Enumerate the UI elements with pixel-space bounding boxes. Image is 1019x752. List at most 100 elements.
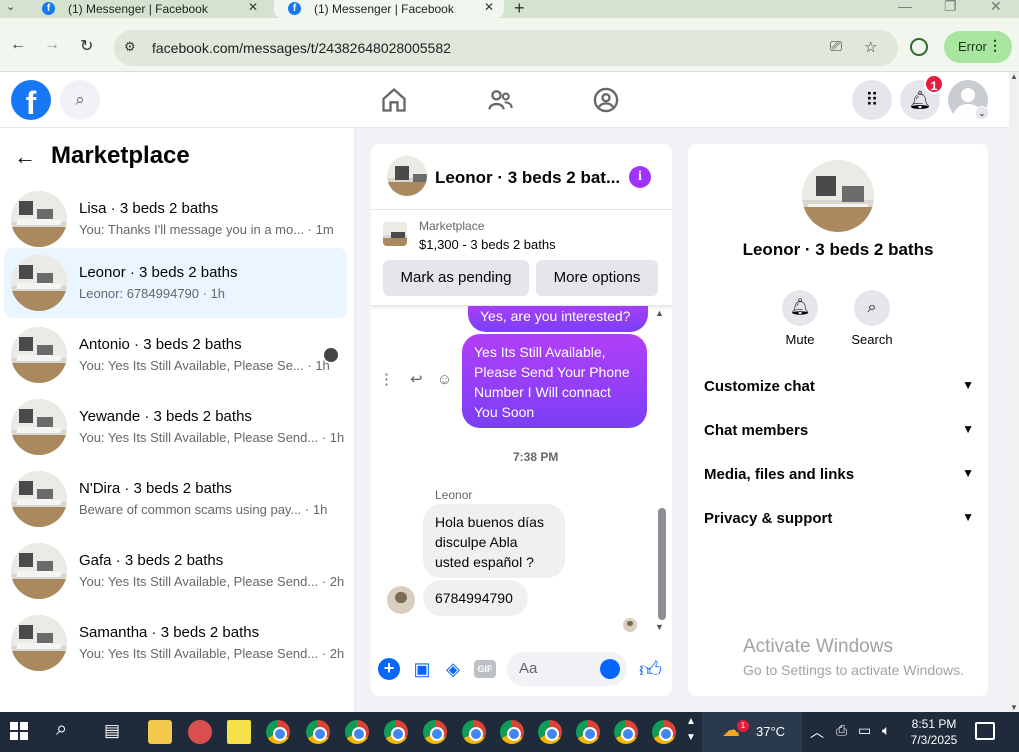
conversation-item-active[interactable]: Leonor · 3 beds 2 baths Leonor: 67849947… — [4, 248, 347, 318]
chrome-profile-icon[interactable] — [266, 720, 290, 744]
conversation-item[interactable]: Antonio · 3 beds 2 baths You: Yes Its St… — [4, 320, 347, 390]
plus-icon[interactable]: + — [378, 658, 400, 680]
url-text[interactable]: facebook.com/messages/t/2438264802800558… — [152, 40, 451, 56]
mute-label: Mute — [785, 332, 815, 347]
install-app-icon[interactable]: ⎚ — [830, 38, 842, 55]
scroll-down-arrow-icon[interactable]: ▼ — [1010, 703, 1018, 712]
search-icon[interactable]: ⌕ — [854, 290, 890, 326]
chat-title[interactable]: Leonor · 3 beds 2 bat... — [435, 168, 620, 188]
chrome-profile-icon[interactable] — [462, 720, 486, 744]
chrome-profile-icon[interactable] — [345, 720, 369, 744]
tab-close-icon[interactable]: ✕ — [484, 0, 494, 14]
close-window-icon[interactable]: ✕ — [990, 0, 1002, 15]
sticky-notes-icon[interactable] — [227, 720, 251, 744]
section-chat-members[interactable]: Chat members ▼ — [704, 422, 974, 446]
tab-search-chevron-icon[interactable]: ⌄ — [6, 0, 24, 14]
restore-icon[interactable]: ❐ — [944, 0, 957, 15]
windows-start-icon[interactable] — [10, 722, 28, 740]
listing-thumbnail[interactable] — [383, 222, 407, 246]
page-scrollbar[interactable]: ▲ ▼ — [1009, 72, 1019, 712]
browser-profile-icon[interactable] — [910, 38, 928, 56]
menu-grid-icon[interactable]: ⠿ — [852, 80, 892, 120]
sent-message[interactable]: Yes, are you interested? — [468, 306, 648, 332]
conversation-item[interactable]: Yewande · 3 beds 2 baths You: Yes Its St… — [4, 392, 347, 462]
conversation-item[interactable]: N'Dira · 3 beds 2 baths Beware of common… — [4, 464, 347, 534]
taskbar-scroll-arrows-icon[interactable]: ▲ ▼ — [686, 714, 696, 746]
listing-price[interactable]: $1,300 - 3 beds 2 baths — [419, 237, 556, 252]
more-options-button[interactable]: More options — [536, 260, 658, 296]
chrome-profile-icon[interactable] — [538, 720, 562, 744]
back-arrow-icon[interactable]: ← — [10, 36, 26, 54]
meet-now-icon[interactable]: ⎙ — [836, 722, 847, 739]
mute-button[interactable]: 🔔︎ Mute — [770, 290, 830, 347]
notification-center-icon[interactable] — [975, 722, 995, 740]
weather-widget[interactable] — [702, 712, 802, 752]
groups-icon[interactable] — [592, 86, 620, 114]
chrome-profile-icon[interactable] — [423, 720, 447, 744]
sticker-icon[interactable]: ◈ — [442, 658, 464, 680]
section-privacy-support[interactable]: Privacy & support ▼ — [704, 510, 974, 534]
tab-close-icon[interactable]: ✕ — [248, 0, 258, 14]
react-icon[interactable]: ☺ — [437, 371, 452, 388]
back-arrow-icon[interactable]: ← — [14, 144, 36, 170]
home-icon[interactable] — [380, 86, 408, 114]
section-media-files-links[interactable]: Media, files and links ▼ — [704, 466, 974, 490]
site-settings-icon[interactable]: ⚙ — [124, 39, 136, 55]
photo-icon[interactable]: ▣ — [411, 658, 433, 680]
browser-tab-1[interactable]: f (1) Messenger | Facebook ✕ — [28, 0, 268, 18]
network-icon[interactable]: ▭ — [858, 722, 871, 739]
sender-avatar[interactable] — [387, 586, 415, 614]
section-customize-chat[interactable]: Customize chat ▼ — [704, 378, 974, 402]
received-message[interactable]: 6784994790 — [423, 580, 528, 616]
scroll-up-arrow-icon[interactable]: ▲ — [655, 308, 664, 318]
bookmark-star-icon[interactable]: ☆ — [864, 38, 877, 56]
clock[interactable]: 8:51 PM 7/3/2025 — [910, 716, 958, 748]
scroll-up-arrow-icon[interactable]: ▲ — [1010, 72, 1018, 81]
bell-icon[interactable]: 🔔︎ — [782, 290, 818, 326]
account-chevron-icon[interactable]: ⌄ — [975, 106, 989, 120]
mark-as-pending-button[interactable]: Mark as pending — [383, 260, 529, 296]
chrome-profile-icon[interactable] — [614, 720, 638, 744]
volume-icon[interactable]: 🔈︎ — [882, 722, 890, 739]
gif-icon[interactable]: GIF — [474, 660, 496, 678]
scroll-down-arrow-icon[interactable]: ▼ — [655, 622, 664, 632]
sent-message[interactable]: Yes Its Still Available, Please Send You… — [462, 334, 647, 428]
browser-error-button[interactable]: Error ⋮ — [944, 31, 1012, 63]
address-bar[interactable]: ⚙ facebook.com/messages/t/24382648028005… — [114, 30, 898, 66]
contact-name: Leonor · 3 beds 2 baths — [742, 240, 934, 259]
file-explorer-icon[interactable] — [148, 720, 172, 744]
chrome-profile-icon[interactable] — [384, 720, 408, 744]
task-view-icon[interactable]: ▤ — [104, 721, 120, 741]
conversation-item[interactable]: Samantha · 3 beds 2 baths You: Yes Its S… — [4, 608, 347, 678]
search-in-chat-button[interactable]: ⌕ Search — [842, 290, 902, 347]
contact-avatar[interactable] — [802, 160, 874, 232]
chrome-profile-icon[interactable] — [306, 720, 330, 744]
reload-icon[interactable]: ↻ — [80, 36, 93, 56]
chat-panel: Leonor · 3 beds 2 bat... i Marketplace $… — [371, 144, 672, 696]
browser-tab-2[interactable]: f (1) Messenger | Facebook ✕ — [274, 0, 504, 18]
watermark-subtitle: Go to Settings to activate Windows. — [743, 662, 964, 678]
chat-scrollbar[interactable] — [658, 508, 666, 620]
facebook-logo[interactable]: f — [11, 80, 51, 120]
emoji-icon[interactable] — [600, 659, 620, 679]
paint-app-icon[interactable] — [188, 720, 212, 744]
conversation-item[interactable]: Gafa · 3 beds 2 baths You: Yes Its Still… — [4, 536, 347, 606]
reply-icon[interactable]: ↩ — [410, 371, 423, 388]
browser-menu-icon[interactable]: ⋮ — [988, 37, 1002, 54]
search-icon[interactable]: ⌕ — [56, 718, 67, 741]
chat-listing-thumbnail[interactable] — [387, 156, 427, 196]
forward-arrow-icon[interactable]: → — [44, 36, 60, 54]
chrome-profile-icon[interactable] — [652, 720, 676, 744]
thumbs-up-icon[interactable]: 👍︎ — [639, 656, 662, 683]
chrome-profile-icon[interactable] — [500, 720, 524, 744]
friends-icon[interactable] — [486, 86, 514, 114]
facebook-search-icon[interactable]: ⌕ — [60, 80, 100, 120]
received-message[interactable]: Hola buenos días disculpe Abla usted esp… — [423, 504, 565, 578]
more-actions-icon[interactable]: ⋮ — [379, 371, 394, 388]
chrome-profile-icon[interactable] — [576, 720, 600, 744]
new-tab-button[interactable]: + — [514, 0, 525, 19]
minimize-icon[interactable]: — — [898, 0, 912, 14]
tray-chevron-icon[interactable]: ︿ — [810, 722, 824, 742]
conversation-item[interactable]: Lisa · 3 beds 2 baths You: Thanks I'll m… — [4, 184, 347, 254]
info-icon[interactable]: i — [629, 166, 651, 188]
